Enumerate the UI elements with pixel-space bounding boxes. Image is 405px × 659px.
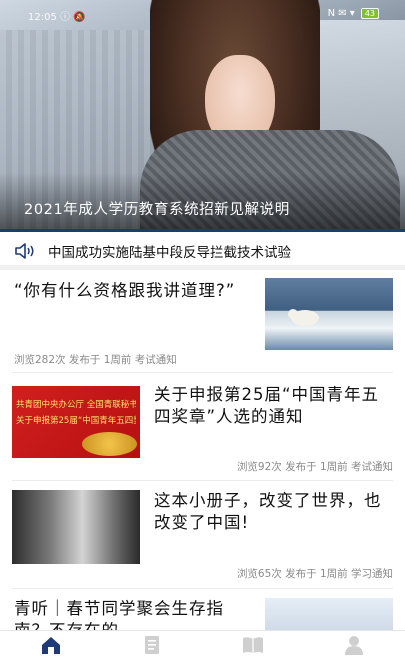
- banner-title: 2021年成人学历教育系统招新见解说明: [24, 202, 290, 218]
- article-meta: 浏览92次 发布于 1周前 考试通知: [236, 461, 393, 473]
- article-item[interactable]: 共青团中央办公厅 全国青联秘书处 关于申报第25届“中国青年五四奖章” 关于申报…: [12, 384, 393, 476]
- home-icon: [41, 637, 60, 654]
- banner-underline: [0, 229, 405, 232]
- article-thumbnail: [265, 278, 393, 350]
- book-icon: [243, 637, 264, 653]
- banner-carousel[interactable]: 2021年成人学历教育系统招新见解说明 12:05 ⓘ 🔕 N ✉ ▾ 43: [0, 0, 405, 232]
- battery-icon: 43: [360, 8, 379, 19]
- article-meta: 浏览282次 发布于 1周前 考试通知: [14, 354, 177, 366]
- tab-study[interactable]: [233, 633, 273, 657]
- section-divider: [0, 266, 405, 270]
- notice-bar[interactable]: 中国成功实施陆基中段反导拦截技术试验: [0, 236, 405, 266]
- article-thumbnail: [12, 490, 140, 564]
- status-time: 12:05 ⓘ 🔕: [28, 12, 86, 23]
- tab-news[interactable]: [132, 633, 172, 657]
- tab-home[interactable]: [31, 633, 71, 657]
- divider: [12, 588, 393, 589]
- article-title: “你有什么资格跟我讲道理?”: [14, 281, 236, 300]
- polar-bear-icon: [288, 309, 319, 326]
- notice-text: 中国成功实施陆基中段反导拦截技术试验: [48, 244, 291, 261]
- article-item[interactable]: “你有什么资格跟我讲道理?” 浏览282次 发布于 1周前 考试通知: [12, 276, 393, 368]
- thumbnail-caption: 共青团中央办公厅 全国青联秘书处: [16, 400, 136, 410]
- tab-profile[interactable]: [334, 633, 374, 657]
- article-thumbnail: 共青团中央办公厅 全国青联秘书处 关于申报第25届“中国青年五四奖章”: [12, 386, 140, 458]
- article-title: 这本小册子，改变了世界，也改变了中国!: [154, 491, 382, 532]
- medal-icon: [82, 432, 137, 456]
- bottom-tab-bar: [0, 630, 405, 659]
- divider: [12, 372, 393, 373]
- article-title: 关于申报第25届“中国青年五四奖章”人选的通知: [154, 385, 380, 426]
- document-icon: [144, 636, 159, 654]
- status-bar: 12:05 ⓘ 🔕 N ✉ ▾ 43: [0, 8, 405, 23]
- speaker-icon: [15, 242, 34, 259]
- status-right: N ✉ ▾ 43: [328, 8, 379, 19]
- article-meta: 浏览65次 发布于 1周前 学习通知: [236, 568, 393, 580]
- article-item[interactable]: 这本小册子，改变了世界，也改变了中国! 浏览65次 发布于 1周前 学习通知: [12, 490, 393, 582]
- status-icons: N ✉ ▾: [327, 8, 355, 19]
- user-icon: [345, 636, 364, 655]
- divider: [12, 480, 393, 481]
- thumbnail-caption: 关于申报第25届“中国青年五四奖章”: [16, 416, 136, 426]
